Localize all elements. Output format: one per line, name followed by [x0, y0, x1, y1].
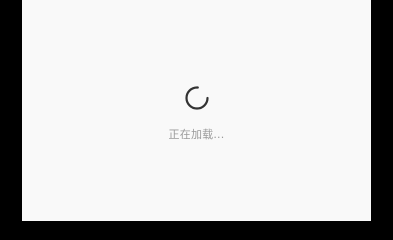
loading-spinner [183, 84, 211, 112]
loading-spinner-icon [184, 86, 209, 110]
loading-screen: 正在加载... [22, 0, 371, 221]
app-frame: 正在加载... [0, 0, 393, 221]
loading-message: 正在加载... [168, 128, 225, 141]
